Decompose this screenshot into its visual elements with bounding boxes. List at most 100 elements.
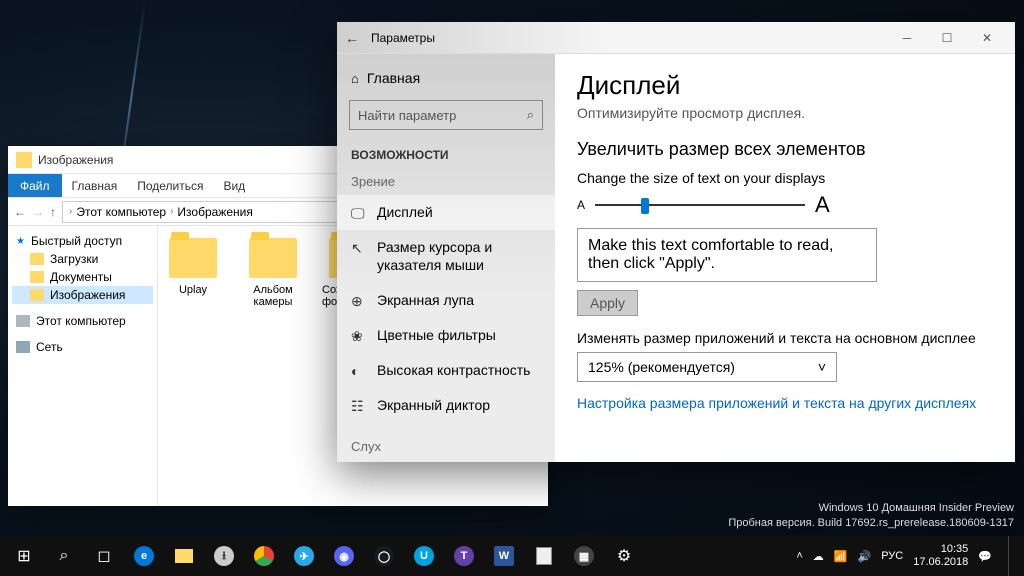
taskbar-app-discord[interactable]: ◉ [324, 536, 364, 576]
display-icon: 🖵 [351, 204, 367, 222]
chevron-right-icon: › [170, 206, 173, 217]
slider-label: Change the size of text on your displays [577, 170, 993, 186]
windows-watermark: Windows 10 Домашняя Insider Preview Проб… [728, 501, 1014, 530]
home-icon: ⌂ [351, 71, 359, 86]
taskbar-app-notepad[interactable] [524, 536, 564, 576]
network-icon [16, 341, 30, 353]
taskbar-app-word[interactable]: W [484, 536, 524, 576]
ribbon-tab-view[interactable]: Вид [213, 174, 255, 197]
pc-icon [16, 315, 30, 327]
nav-item-documents[interactable]: Документы [12, 268, 153, 286]
sidebar-opt-cursor[interactable]: ↖Размер курсора и указателя мыши [337, 230, 555, 282]
task-view-button[interactable]: ◻ [84, 536, 124, 576]
maximize-button[interactable]: ☐ [927, 31, 967, 45]
tray-onedrive-icon[interactable]: ☁ [813, 550, 824, 563]
folder-icon [30, 289, 44, 301]
chevron-down-icon: ˅ [818, 359, 826, 375]
nav-network[interactable]: Сеть [12, 338, 153, 356]
sidebar-opt-narrator[interactable]: ☷Экранный диктор [337, 388, 555, 423]
cursor-icon: ↖ [351, 239, 367, 257]
folder-icon [16, 152, 32, 168]
taskbar-app-uplay[interactable]: U [404, 536, 444, 576]
narrator-icon: ☷ [351, 397, 367, 415]
taskbar-app-generic[interactable]: ▦ [564, 536, 604, 576]
slider-thumb[interactable] [641, 198, 649, 214]
settings-title-text: Параметры [371, 31, 435, 45]
show-desktop-button[interactable] [1008, 536, 1012, 576]
tray-language[interactable]: РУС [881, 550, 903, 562]
taskbar-app-chrome[interactable] [244, 536, 284, 576]
nav-quick-access[interactable]: ★Быстрый доступ [12, 232, 153, 250]
folder-icon [30, 253, 44, 265]
search-icon: ⌕ [527, 107, 534, 123]
taskbar-app-steam[interactable]: ◯ [364, 536, 404, 576]
taskbar-app-store[interactable]: ⭳ [204, 536, 244, 576]
settings-search[interactable]: Найти параметр⌕ [349, 100, 543, 130]
apply-button[interactable]: Apply [577, 290, 638, 316]
slider-min-label: A [577, 198, 585, 212]
nav-item-downloads[interactable]: Загрузки [12, 250, 153, 268]
breadcrumb-item[interactable]: Этот компьютер [76, 205, 166, 219]
settings-main: Дисплей Оптимизируйте просмотр дисплея. … [555, 54, 1015, 462]
sidebar-group-vision: Зрение [337, 168, 555, 195]
sidebar-opt-contrast[interactable]: ◐Высокая контрастность [337, 353, 555, 388]
sample-text-box: Make this text comfortable to read, then… [577, 228, 877, 282]
taskbar-app-edge[interactable]: e [124, 536, 164, 576]
page-title: Дисплей [577, 70, 993, 101]
ribbon-tab-share[interactable]: Поделиться [127, 174, 213, 197]
page-subtitle: Оптимизируйте просмотр дисплея. [577, 105, 993, 121]
folder-icon [30, 271, 44, 283]
text-size-slider[interactable] [595, 204, 805, 206]
explorer-title-text: Изображения [38, 153, 113, 167]
nav-back-icon[interactable]: ← [14, 205, 26, 219]
folder-icon [249, 238, 297, 278]
taskbar: ⊞ ⌕ ◻ e ⭳ ✈ ◉ ◯ U T W ▦ ⚙ ˄ ☁ 📶 🔊 РУС 10… [0, 536, 1024, 576]
nav-fwd-icon: → [32, 205, 44, 219]
scale-dropdown[interactable]: 125% (рекомендуется)˅ [577, 352, 837, 382]
close-button[interactable]: ✕ [967, 31, 1007, 45]
taskbar-app-twitch[interactable]: T [444, 536, 484, 576]
start-button[interactable]: ⊞ [4, 536, 44, 576]
chevron-right-icon: › [69, 206, 72, 217]
system-tray: ˄ ☁ 📶 🔊 РУС 10:35 17.06.2018 💬 [796, 536, 1020, 576]
other-displays-link[interactable]: Настройка размера приложений и текста на… [577, 394, 993, 414]
sidebar-opt-color-filters[interactable]: ❀Цветные фильтры [337, 318, 555, 353]
back-icon[interactable]: ← [345, 30, 359, 46]
minimize-button[interactable]: ─ [887, 31, 927, 45]
sidebar-opt-magnifier[interactable]: ⊕Экранная лупа [337, 283, 555, 318]
sidebar-caption: ВОЗМОЖНОСТИ [337, 138, 555, 168]
star-icon: ★ [16, 236, 25, 247]
nav-up-icon[interactable]: ↑ [50, 205, 56, 219]
tray-chevron-icon[interactable]: ˄ [796, 550, 802, 562]
sidebar-opt-sound[interactable]: ♪Звук [337, 460, 555, 462]
ribbon-file-tab[interactable]: Файл [8, 174, 62, 197]
section-heading: Увеличить размер всех элементов [577, 139, 993, 160]
slider-max-label: A [815, 192, 830, 218]
contrast-icon: ◐ [351, 362, 367, 380]
taskbar-app-telegram[interactable]: ✈ [284, 536, 324, 576]
sidebar-home[interactable]: ⌂Главная [337, 64, 555, 92]
ribbon-tab-home[interactable]: Главная [62, 174, 128, 197]
tray-notifications-icon[interactable]: 💬 [978, 550, 992, 563]
settings-window: ← Параметры ─ ☐ ✕ ⌂Главная Найти парамет… [337, 22, 1015, 462]
tray-volume-icon[interactable]: 🔊 [858, 550, 872, 563]
breadcrumb-item[interactable]: Изображения [177, 205, 252, 219]
nav-this-pc[interactable]: Этот компьютер [12, 312, 153, 330]
search-button[interactable]: ⌕ [44, 536, 84, 576]
text-size-slider-row: A A [577, 192, 993, 218]
tray-clock[interactable]: 10:35 17.06.2018 [913, 543, 968, 569]
taskbar-app-settings[interactable]: ⚙ [604, 536, 644, 576]
folder-item[interactable]: Uplay [162, 238, 224, 494]
nav-item-pictures[interactable]: Изображения [12, 286, 153, 304]
resize-label: Изменять размер приложений и текста на о… [577, 330, 993, 346]
explorer-nav-pane: ★Быстрый доступ Загрузки Документы Изобр… [8, 226, 158, 506]
settings-titlebar[interactable]: ← Параметры ─ ☐ ✕ [337, 22, 1015, 54]
palette-icon: ❀ [351, 327, 367, 345]
sidebar-group-hearing: Слух [337, 433, 555, 460]
sidebar-opt-display[interactable]: 🖵Дисплей [337, 195, 555, 230]
magnifier-icon: ⊕ [351, 292, 367, 310]
tray-network-icon[interactable]: 📶 [834, 550, 848, 563]
folder-icon [169, 238, 217, 278]
folder-item[interactable]: Альбом камеры [242, 238, 304, 494]
taskbar-app-explorer[interactable] [164, 536, 204, 576]
